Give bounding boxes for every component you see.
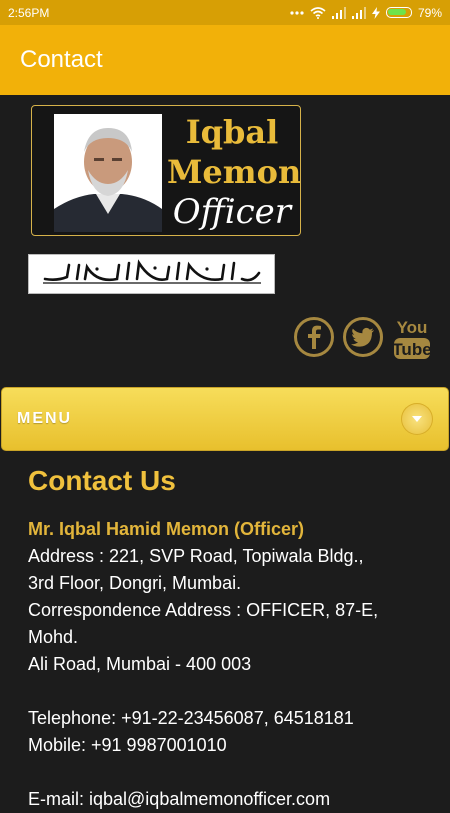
chevron-down-icon [412,416,422,422]
youtube-you-text: You [397,318,428,337]
signal-icon [331,6,346,19]
wifi-icon [310,6,326,19]
app-bar: Contact [0,25,450,95]
telephone-text[interactable]: Telephone: +91-22-23456087, 64518181 [28,705,428,732]
menu-label: MENU [17,410,73,427]
page-title: Contact [20,46,103,73]
youtube-tube-text: Tube [392,340,431,359]
menu-toggle-button[interactable] [401,403,433,435]
facebook-icon [294,317,334,357]
bismillah-calligraphy [42,259,261,284]
menu-bar[interactable]: MENU [1,387,449,451]
twitter-link[interactable] [343,317,383,357]
logo-line-2: Memon [167,153,301,191]
contact-address-line-2: 3rd Floor, Dongri, Mumbai. [28,573,242,593]
bismillah-banner [28,254,275,294]
correspondence-address-line-1: Correspondence Address : OFFICER, 87-E, [28,600,379,620]
logo-line-3: Officer [172,192,291,232]
battery-icon [385,7,412,18]
status-icons: 79% [290,6,442,20]
portrait-image [54,114,162,232]
logo-line-1: Iqbal [185,113,279,151]
correspondence-address-line-2: Mohd. [28,627,79,647]
battery-percent: 79% [417,5,442,20]
youtube-icon: You Tube [392,318,432,359]
youtube-link[interactable]: You Tube [392,317,432,366]
contact-address: Address : 221, SVP Road, Topiwala Bldg., [28,546,364,566]
correspondence-address-line-3: Ali Road, Mumbai - 400 003 [28,654,252,674]
signal-icon [351,6,366,19]
status-bar: 2:56PM 79% [0,0,450,25]
facebook-link[interactable] [294,317,334,357]
header-logo[interactable]: Iqbal Memon Officer [31,105,301,236]
main-content: Iqbal Memon Officer You Tube MENU Contac… [0,95,450,809]
contact-heading: Contact Us [28,465,176,496]
contact-details: Mr. Iqbal Hamid Memon (Officer) Address … [28,516,428,813]
charging-icon [371,6,380,19]
mobile-text[interactable]: Mobile: +91 9987001010 [28,732,428,759]
twitter-icon [343,317,383,357]
status-time: 2:56PM [8,5,50,20]
contact-name: Mr. Iqbal Hamid Memon (Officer) [28,519,305,539]
more-dots-icon [290,10,304,15]
logo-text: Iqbal Memon Officer [167,112,301,232]
